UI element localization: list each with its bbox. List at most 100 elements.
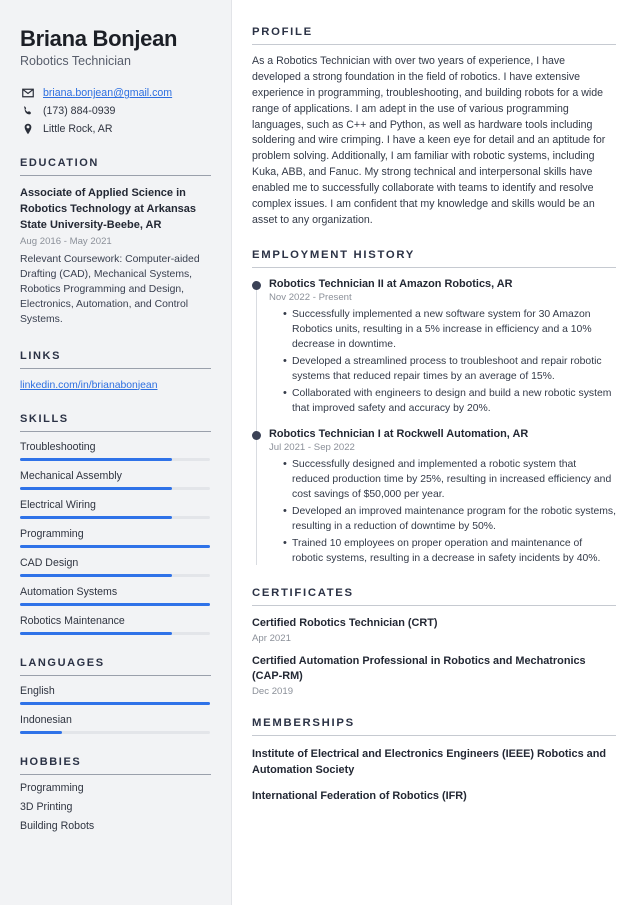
employment-bullet: Developed an improved maintenance progra… [283,504,616,535]
skill-item: CAD Design [20,557,211,577]
section-memberships: MEMBERSHIPS Institute of Electrical and … [252,717,616,804]
section-employment: EMPLOYMENT HISTORY Robotics Technician I… [252,249,616,567]
skill-level-fill [20,631,172,635]
skills-rule [20,430,211,432]
skill-label: Electrical Wiring [20,498,96,511]
employment-rule [252,266,616,268]
contact-email-text: briana.bonjean@gmail.com [43,87,173,100]
contact-location: Little Rock, AR [20,123,211,135]
skill-level-track [20,631,210,635]
skill-label: CAD Design [20,556,79,569]
contact-email[interactable]: briana.bonjean@gmail.com [20,87,211,99]
skill-item: Robotics Maintenance [20,615,211,635]
skill-level-track [20,602,210,606]
hobby-item: Programming [20,781,84,794]
employment-bullet: Collaborated with engineers to design an… [283,386,616,417]
memberships-rule [252,735,616,737]
profile-text: As a Robotics Technician with over two y… [252,55,606,226]
candidate-name: Briana Bonjean [20,26,178,51]
certificate-title: Certified Automation Professional in Rob… [252,654,586,683]
skill-level-track [20,573,210,577]
skill-item: Automation Systems [20,586,211,606]
certificates-rule [252,604,616,606]
language-level-track [20,701,210,705]
candidate-job-title: Robotics Technician [20,54,131,69]
certificate-date: Apr 2021 [252,632,291,644]
skill-level-fill [20,515,172,519]
certificate-entry: Certified Automation Professional in Rob… [252,654,616,698]
employment-entry: Robotics Technician I at Rockwell Automa… [252,427,616,567]
employment-heading: EMPLOYMENT HISTORY [252,248,416,261]
employment-date: Nov 2022 - Present [269,291,352,303]
link-linkedin[interactable]: linkedin.com/in/brianabonjean [20,380,211,391]
employment-date: Jul 2021 - Sep 2022 [269,441,355,453]
contact-phone-text: (173) 884-0939 [43,105,116,118]
skill-level-fill [20,486,172,490]
education-degree: Associate of Applied Science in Robotics… [20,187,197,231]
skill-label: Programming [20,527,84,540]
skill-level-track [20,544,210,548]
language-label: English [20,684,55,697]
education-date: Aug 2016 - May 2021 [20,236,112,248]
certificates-list: Certified Robotics Technician (CRT) Apr 2… [252,616,616,698]
membership-item: International Federation of Robotics (IF… [252,789,467,802]
education-heading: EDUCATION [20,157,99,170]
employment-bullet-list: Successfully implemented a new software … [269,307,616,417]
employment-role: Robotics Technician II at Amazon Robotic… [269,277,513,290]
profile-rule [252,44,616,45]
language-item: Indonesian [20,714,211,734]
skill-label: Troubleshooting [20,440,96,453]
skill-item: Electrical Wiring [20,499,211,519]
resume-page: Briana Bonjean Robotics Technician brian… [0,0,640,905]
skill-label: Mechanical Assembly [20,469,122,482]
section-skills: SKILLS Troubleshooting Mechanical Assembl… [20,413,211,635]
employment-bullet: Developed a streamlined process to troub… [283,354,616,385]
timeline-dot-icon [252,280,261,290]
skill-level-fill [20,544,210,548]
skill-item: Mechanical Assembly [20,470,211,490]
links-rule [20,367,211,369]
skills-heading: SKILLS [20,412,69,425]
section-certificates: CERTIFICATES Certified Robotics Technici… [252,586,616,698]
language-level-track [20,730,210,734]
employment-bullet: Successfully designed and implemented a … [283,457,616,503]
profile-heading: PROFILE [252,26,313,38]
employment-timeline: Robotics Technician II at Amazon Robotic… [252,278,616,567]
section-languages: LANGUAGES English Indonesian [20,657,211,734]
employment-bullet-list: Successfully designed and implemented a … [269,457,616,567]
memberships-list: Institute of Electrical and Electronics … [252,747,616,804]
employment-role: Robotics Technician I at Rockwell Automa… [269,427,529,440]
contact-list: briana.bonjean@gmail.com (173) 884-0939 … [20,87,211,135]
section-links: LINKS linkedin.com/in/brianabonjean [20,350,211,391]
main-content: PROFILE As a Robotics Technician with ov… [232,0,640,905]
sidebar: Briana Bonjean Robotics Technician brian… [0,0,232,905]
education-description: Relevant Coursework: Computer-aided Draf… [20,254,200,326]
phone-icon [20,105,36,117]
skill-item: Programming [20,528,211,548]
skill-item: Troubleshooting [20,441,211,461]
hobby-item: 3D Printing [20,800,73,813]
certificate-date: Dec 2019 [252,686,294,698]
language-level-fill [20,730,62,734]
language-item: English [20,685,211,705]
skill-level-track [20,515,210,519]
location-pin-icon [20,123,36,135]
section-profile: PROFILE As a Robotics Technician with ov… [252,26,616,229]
timeline-dot-icon [252,430,261,440]
section-hobbies: HOBBIES Programming 3D Printing Building R… [20,756,211,832]
skill-level-track [20,457,210,461]
hobbies-list: Programming 3D Printing Building Robots [20,782,211,832]
languages-list: English Indonesian [20,685,211,734]
language-level-fill [20,701,210,705]
skill-level-fill [20,457,172,461]
languages-rule [20,674,211,676]
hobbies-heading: HOBBIES [20,755,82,768]
hobby-item: Building Robots [20,819,95,832]
employment-bullet: Successfully implemented a new software … [283,307,616,353]
employment-entry: Robotics Technician II at Amazon Robotic… [252,277,616,417]
skill-label: Robotics Maintenance [20,614,125,627]
certificates-heading: CERTIFICATES [252,586,354,599]
skill-level-fill [20,602,210,606]
language-label: Indonesian [20,713,72,726]
hobbies-rule [20,773,211,775]
